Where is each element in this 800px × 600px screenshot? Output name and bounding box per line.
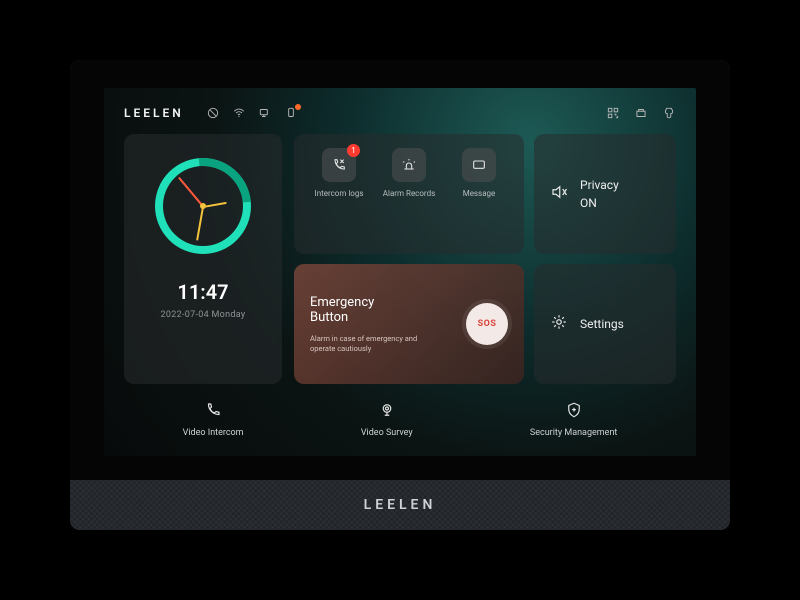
emergency-card[interactable]: Emergency Button Alarm in case of emerge…	[294, 264, 524, 384]
tile-intercom-logs[interactable]: 1 Intercom logs	[304, 148, 374, 199]
gear-icon	[550, 313, 568, 335]
message-icon	[462, 148, 496, 182]
emergency-subtitle: Alarm in case of emergency and operate c…	[310, 334, 440, 354]
screen: LEELEN	[104, 88, 696, 456]
tile-label: Message	[463, 190, 496, 199]
tile-label: Intercom logs	[315, 190, 364, 199]
privacy-card[interactable]: Privacy ON	[534, 134, 676, 254]
privacy-label: Privacy	[580, 178, 619, 192]
nav-label: Video Survey	[361, 428, 413, 438]
time-text: 11:47	[177, 280, 228, 304]
emergency-title: Emergency Button	[310, 295, 440, 326]
shield-icon	[565, 401, 583, 423]
phone-icon	[204, 401, 222, 423]
qr-icon[interactable]	[606, 106, 620, 120]
alarm-light-icon	[392, 148, 426, 182]
nav-video-intercom[interactable]: Video Intercom	[183, 401, 244, 438]
cards-grid: 1 Intercom logs Alarm Records	[294, 134, 676, 384]
main-content: 11:47 2022-07-04 Monday 1 Intercom logs	[124, 134, 676, 384]
brand-logo-bottom: LEELEN	[364, 497, 437, 513]
notification-dot	[295, 104, 301, 110]
bottom-nav: Video Intercom Video Survey Security Man…	[124, 392, 676, 446]
quick-tiles-card: 1 Intercom logs Alarm Records	[294, 134, 524, 254]
brand-logo: LEELEN	[124, 106, 184, 120]
notification-icon[interactable]	[284, 106, 298, 120]
date-text: 2022-07-04 Monday	[161, 310, 246, 320]
scene-icon[interactable]	[634, 106, 648, 120]
camera-icon	[378, 401, 396, 423]
tile-message[interactable]: Message	[444, 148, 514, 199]
phone-missed-icon: 1	[322, 148, 356, 182]
device-frame: LEELEN	[70, 60, 730, 530]
sos-button[interactable]: SOS	[466, 303, 508, 345]
screen-bezel: LEELEN	[70, 60, 730, 480]
network-icon[interactable]	[258, 106, 272, 120]
nav-video-survey[interactable]: Video Survey	[361, 401, 413, 438]
settings-label: Settings	[580, 317, 624, 331]
badge-count: 1	[347, 144, 360, 157]
sos-text: SOS	[478, 319, 497, 329]
analog-clock	[155, 158, 251, 254]
nav-security-management[interactable]: Security Management	[530, 401, 618, 438]
settings-card[interactable]: Settings	[534, 264, 676, 384]
tile-label: Alarm Records	[383, 190, 435, 199]
theme-icon[interactable]	[662, 106, 676, 120]
privacy-state: ON	[580, 196, 619, 210]
status-icons-right	[606, 106, 676, 120]
dnd-icon[interactable]	[206, 106, 220, 120]
tile-alarm-records[interactable]: Alarm Records	[374, 148, 444, 199]
speaker-grille: LEELEN	[70, 480, 730, 530]
mute-icon	[550, 183, 568, 205]
status-bar: LEELEN	[124, 102, 676, 124]
nav-label: Video Intercom	[183, 428, 244, 438]
clock-card[interactable]: 11:47 2022-07-04 Monday	[124, 134, 282, 384]
nav-label: Security Management	[530, 428, 618, 438]
status-icons-left	[206, 106, 298, 120]
wifi-icon[interactable]	[232, 106, 246, 120]
